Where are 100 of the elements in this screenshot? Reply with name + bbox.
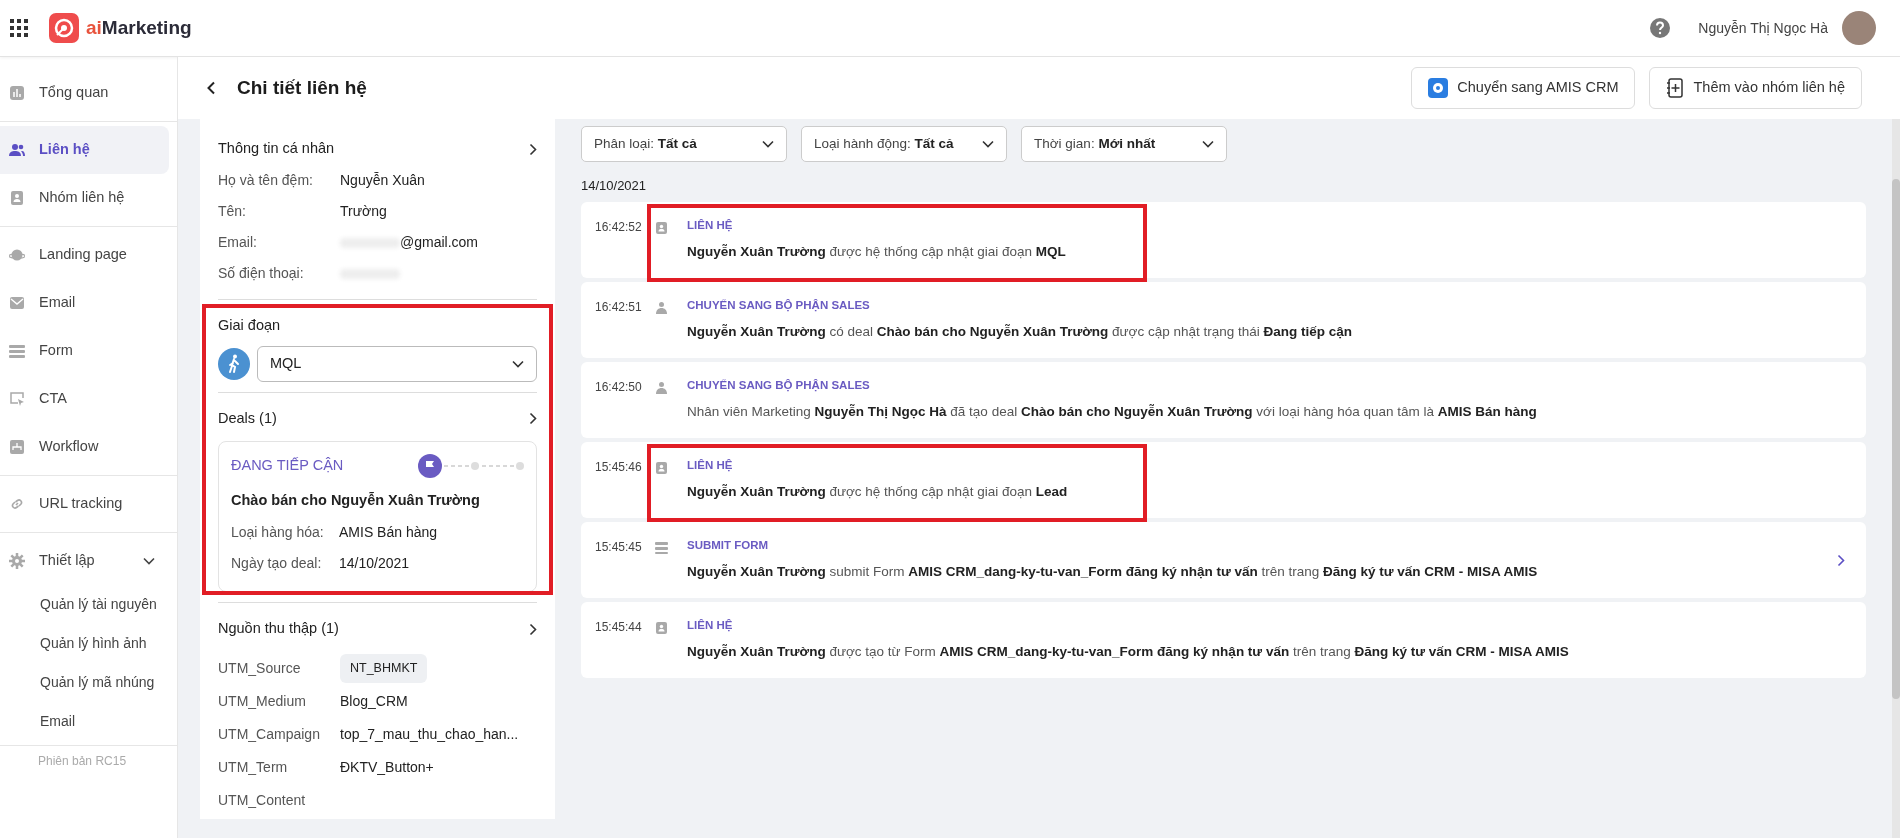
entry-type: SUBMIT FORM [687, 537, 770, 553]
field-value: top_7_mau_thu_chao_han... [340, 725, 519, 745]
entry-type: CHUYỂN SANG BỘ PHẬN SALES [687, 377, 871, 394]
avatar-icon[interactable] [1842, 11, 1876, 45]
entry-time: 15:45:45 [595, 538, 643, 556]
chevron-down-icon [143, 557, 155, 566]
field-label: UTM_Campaign [218, 725, 321, 745]
version-label: Phiên bản RC15 [37, 753, 128, 770]
field-label: Email: [218, 233, 258, 252]
sidebar-item[interactable]: Liên hệ [0, 126, 169, 174]
contact-card-icon [655, 460, 668, 475]
sidebar-item[interactable]: Landing page [0, 231, 169, 279]
sidebar-item[interactable]: Tổng quan [0, 69, 169, 117]
sidebar-subitem[interactable]: Email [0, 702, 169, 741]
add-to-notebook-icon [1666, 78, 1685, 98]
sidebar-item[interactable]: Nhóm liên hệ [0, 174, 169, 222]
app-grid-icon[interactable] [10, 19, 28, 37]
entry-text: Nguyễn Xuân Trường submit Form AMIS CRM_dang-ky-tu-van_Form đăng ký nhận tư vấn trên trang Đăng ký tư vấn CRM - MISA AMIS [687, 562, 1539, 581]
scrollbar-thumb[interactable] [1892, 179, 1900, 699]
filter-select[interactable]: Thời gian: Mới nhất [1021, 126, 1227, 162]
entry-time: 16:42:50 [595, 378, 643, 396]
field-label: UTM_Source [218, 659, 302, 679]
people-icon [9, 142, 25, 158]
field-label: UTM_Medium [218, 692, 307, 712]
chevron-down-icon [762, 140, 774, 148]
walking-person-icon [218, 347, 250, 380]
form-icon [9, 343, 25, 359]
app-icon [1428, 78, 1449, 98]
help-icon[interactable] [1650, 18, 1671, 38]
chevron-down-icon [982, 140, 994, 148]
entry-type: LIÊN HỆ [687, 457, 734, 474]
action-button[interactable]: Chuyển sang AMIS CRM [1411, 67, 1636, 109]
entry-time: 15:45:44 [595, 618, 643, 636]
logo-icon [49, 13, 79, 43]
chevron-down-icon [1202, 140, 1214, 148]
section-title: Thông tin cá nhân [218, 139, 335, 159]
chevron-right-icon[interactable] [1837, 553, 1845, 567]
chevron-down-icon [512, 359, 524, 368]
sidebar-subitem[interactable]: Quản lý tài nguyên [0, 585, 169, 624]
chevron-right-icon[interactable] [529, 412, 537, 425]
action-button[interactable]: Thêm vào nhóm liên hệ [1649, 67, 1862, 109]
sidebar-item[interactable]: Email [0, 279, 169, 327]
filter-select[interactable]: Phân loại: Tất cả [581, 126, 787, 162]
entry-text: Nguyễn Xuân Trường có deal Chào bán cho Nguyễn Xuân Trường được cập nhật trạng thái Đang tiếp cận [687, 322, 1354, 341]
filter-select[interactable]: Loại hành động: Tất cả [801, 126, 1007, 162]
entry-text: Nhân viên Marketing Nguyễn Thị Ngọc Hà đã tạo deal Chào bán cho Nguyễn Xuân Trường với loại hàng hóa quan tâm là AMIS Bán hàng [687, 402, 1538, 421]
user-name[interactable]: Nguyễn Thị Ngọc Hà [1698, 17, 1828, 39]
field-label: Loại hàng hóa: [231, 523, 325, 543]
entry-time: 16:42:51 [595, 298, 643, 316]
entry-time: 16:42:52 [595, 218, 643, 236]
contact-book-icon [9, 190, 25, 206]
sidebar-item[interactable]: Workflow [0, 423, 169, 471]
page-title: Chi tiết liên hệ [237, 75, 367, 100]
sidebar-item[interactable]: URL tracking [0, 480, 169, 528]
chevron-right-icon[interactable] [529, 142, 537, 156]
field-label: Ngày tạo deal: [231, 554, 323, 574]
link-icon [9, 496, 25, 512]
person-icon [655, 300, 668, 315]
entry-text: Nguyễn Xuân Trường được tạo từ Form AMIS CRM_dang-ky-tu-van_Form đăng ký nhận tư vấn trên trang Đăng ký tư vấn CRM - MISA AMIS [687, 642, 1570, 661]
entry-text: Nguyễn Xuân Trường được hệ thống cập nhật giai đoạn Lead [687, 482, 1069, 501]
app-logo-text: aiMarketing [86, 15, 192, 40]
entry-type: CHUYỂN SANG BỘ PHẬN SALES [687, 297, 871, 314]
sidebar-subitem[interactable]: Quản lý hình ảnh [0, 624, 169, 663]
section-title: Nguồn thu thập (1) [218, 619, 339, 639]
field-label: UTM_Content [218, 791, 307, 811]
form-icon [655, 540, 668, 555]
field-label: Tên: [218, 202, 247, 221]
sidebar-subitem[interactable]: Quản lý mã nhúng [0, 663, 169, 702]
field-label: Họ và tên đệm: [218, 171, 314, 190]
planet-icon [9, 247, 25, 263]
deal-name: Chào bán cho Nguyễn Xuân Trường [231, 490, 481, 510]
field-value: Trường [340, 202, 387, 221]
field-value: Blog_CRM [340, 692, 408, 712]
person-icon [655, 380, 668, 395]
gear-icon [9, 553, 25, 569]
entry-text: Nguyễn Xuân Trường được hệ thống cập nhật giai đoạn MQL [687, 242, 1067, 261]
entry-type: LIÊN HỆ [687, 217, 734, 234]
deal-status: ĐANG TIẾP CẬN [231, 455, 344, 475]
contact-card-icon [655, 220, 668, 235]
back-icon[interactable] [206, 81, 216, 95]
sidebar-item[interactable]: CTA [0, 375, 169, 423]
sidebar-item[interactable]: Form [0, 327, 169, 375]
field-label: Số điện thoại: [218, 264, 305, 283]
source-tag: NT_BHMKT [340, 654, 428, 684]
field-label: UTM_Term [218, 758, 289, 778]
sidebar-item[interactable]: Thiết lập [0, 537, 169, 585]
cursor-screen-icon [9, 391, 25, 407]
chart-icon [9, 85, 25, 101]
field-value: 14/10/2021 [339, 554, 410, 574]
section-title: Deals (1) [218, 408, 277, 428]
hierarchy-icon [9, 439, 25, 455]
date-label: 14/10/2021 [581, 177, 648, 195]
field-value: @gmail.com [400, 233, 478, 252]
stage-select[interactable]: MQL [257, 345, 537, 382]
field-value: ĐKTV_Button+ [340, 758, 434, 778]
envelope-icon [9, 295, 25, 311]
chevron-right-icon[interactable] [529, 622, 537, 636]
contact-card-icon [655, 620, 668, 635]
field-value: Nguyễn Xuân [340, 171, 425, 190]
entry-type: LIÊN HỆ [687, 617, 734, 634]
